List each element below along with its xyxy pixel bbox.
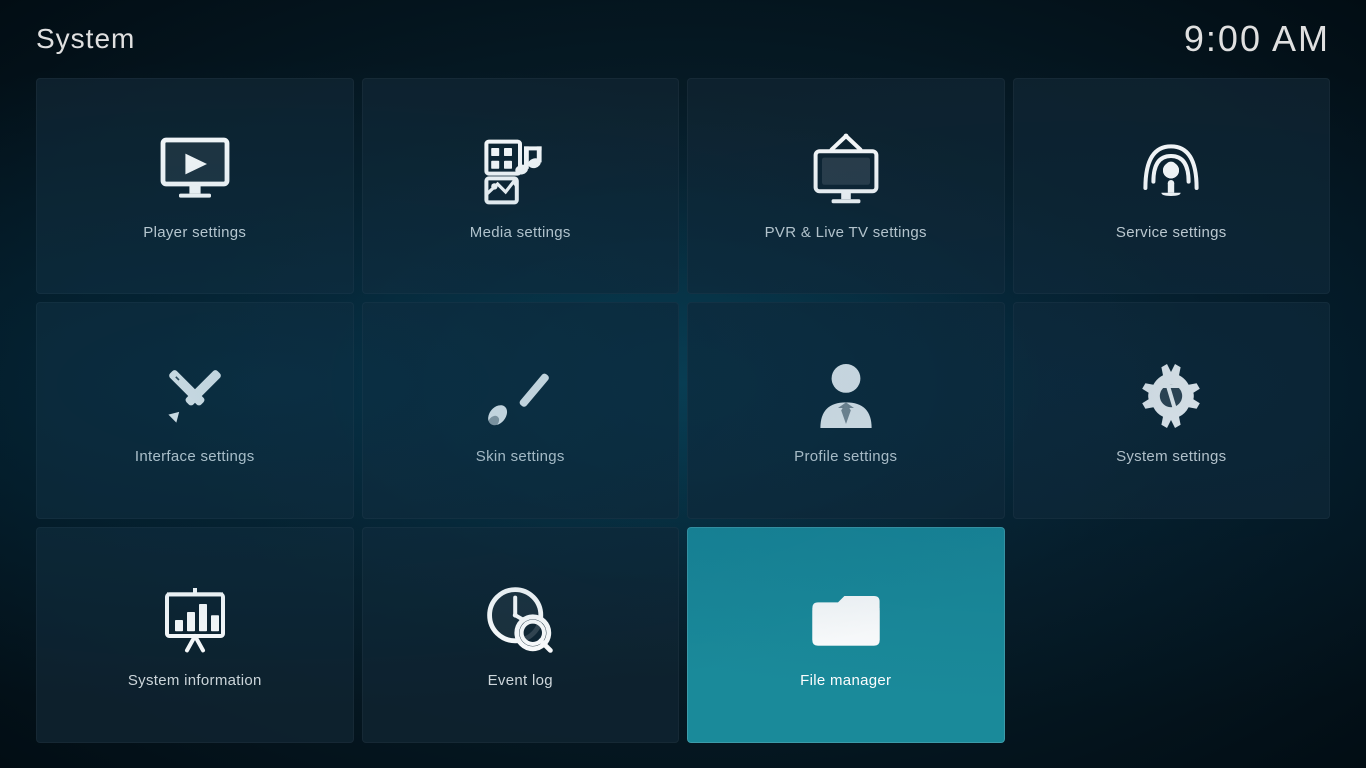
clock: 9:00 AM [1184, 18, 1330, 60]
media-settings-label: Media settings [470, 224, 571, 241]
profile-icon [806, 356, 886, 436]
tile-profile-settings[interactable]: Profile settings [687, 302, 1005, 518]
filemanager-icon [806, 580, 886, 660]
tile-interface-settings[interactable]: Interface settings [36, 302, 354, 518]
system-settings-label: System settings [1116, 448, 1226, 465]
tile-system-settings[interactable]: System settings [1013, 302, 1331, 518]
player-settings-label: Player settings [143, 224, 246, 241]
skin-icon [480, 356, 560, 436]
event-log-label: Event log [488, 672, 553, 689]
eventlog-icon [480, 580, 560, 660]
file-manager-label: File manager [800, 672, 891, 689]
interface-settings-label: Interface settings [135, 448, 255, 465]
system-settings-icon [1131, 356, 1211, 436]
tile-system-information[interactable]: System information [36, 527, 354, 743]
service-icon [1131, 132, 1211, 212]
tile-service-settings[interactable]: Service settings [1013, 78, 1331, 294]
player-icon [155, 132, 235, 212]
settings-grid: Player settings Me [0, 70, 1366, 763]
pvr-settings-label: PVR & Live TV settings [765, 224, 927, 241]
system-information-label: System information [128, 672, 262, 689]
page-title: System [36, 23, 135, 55]
tile-file-manager[interactable]: File manager [687, 527, 1005, 743]
interface-icon [155, 356, 235, 436]
sysinfo-icon [155, 580, 235, 660]
tile-media-settings[interactable]: Media settings [362, 78, 680, 294]
profile-settings-label: Profile settings [794, 448, 897, 465]
header: System 9:00 AM [0, 0, 1366, 70]
skin-settings-label: Skin settings [476, 448, 565, 465]
tile-pvr-settings[interactable]: PVR & Live TV settings [687, 78, 1005, 294]
media-icon [480, 132, 560, 212]
tile-player-settings[interactable]: Player settings [36, 78, 354, 294]
tile-skin-settings[interactable]: Skin settings [362, 302, 680, 518]
tile-event-log[interactable]: Event log [362, 527, 680, 743]
pvr-icon [806, 132, 886, 212]
service-settings-label: Service settings [1116, 224, 1227, 241]
